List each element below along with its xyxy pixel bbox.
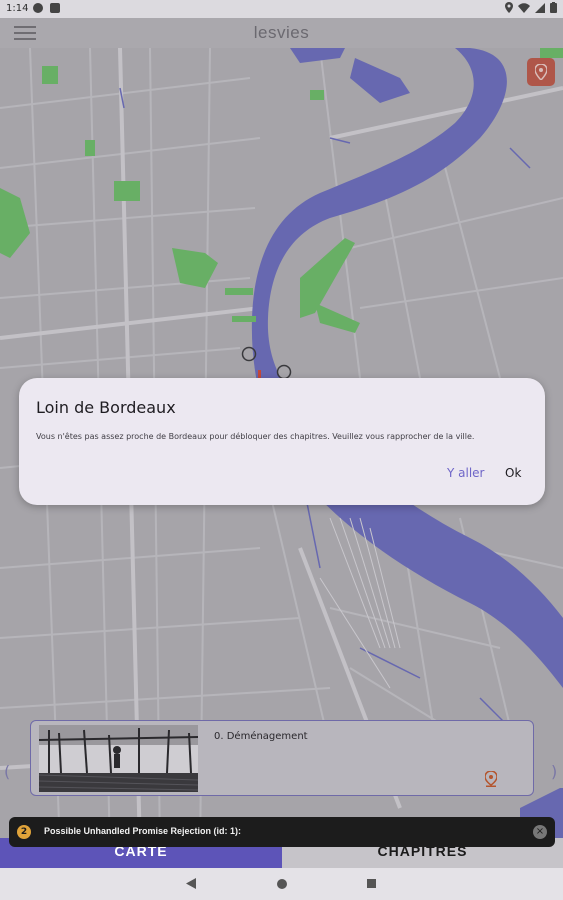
- carousel-prev-icon[interactable]: (: [4, 762, 10, 781]
- chapter-card[interactable]: 0. Déménagement: [30, 720, 534, 796]
- status-bar: 1:14: [0, 0, 563, 18]
- signal-icon: [535, 2, 545, 13]
- chapter-thumbnail: [39, 725, 198, 792]
- wifi-icon: [518, 2, 530, 13]
- go-there-button[interactable]: Y aller: [447, 466, 484, 480]
- ok-button[interactable]: Ok: [505, 466, 521, 480]
- far-from-city-dialog: Loin de Bordeaux Vous n'êtes pas assez p…: [19, 378, 545, 505]
- close-icon[interactable]: ×: [533, 825, 547, 839]
- app-bar: lesvies: [0, 18, 563, 48]
- chapter-title: 0. Déménagement: [214, 731, 308, 742]
- map-pin-icon[interactable]: [485, 771, 497, 787]
- dialog-message: Vous n'êtes pas assez proche de Bordeaux…: [36, 432, 475, 441]
- location-icon: [505, 2, 513, 13]
- battery-icon: [550, 2, 557, 13]
- carousel-next-icon[interactable]: ): [551, 762, 557, 781]
- app-square-icon: [50, 3, 60, 13]
- toast-count-badge: 2: [17, 825, 31, 839]
- app-a-icon: [33, 3, 43, 13]
- toast-message: Possible Unhandled Promise Rejection (id…: [44, 826, 242, 836]
- status-time: 1:14: [6, 3, 29, 14]
- dialog-title: Loin de Bordeaux: [36, 398, 176, 417]
- error-toast[interactable]: 2 Possible Unhandled Promise Rejection (…: [9, 817, 555, 847]
- recent-square-icon[interactable]: [367, 879, 376, 888]
- app-title: lesvies: [253, 23, 310, 42]
- system-nav-bar: [0, 868, 563, 900]
- back-triangle-icon[interactable]: [186, 878, 196, 889]
- home-circle-icon[interactable]: [277, 879, 287, 889]
